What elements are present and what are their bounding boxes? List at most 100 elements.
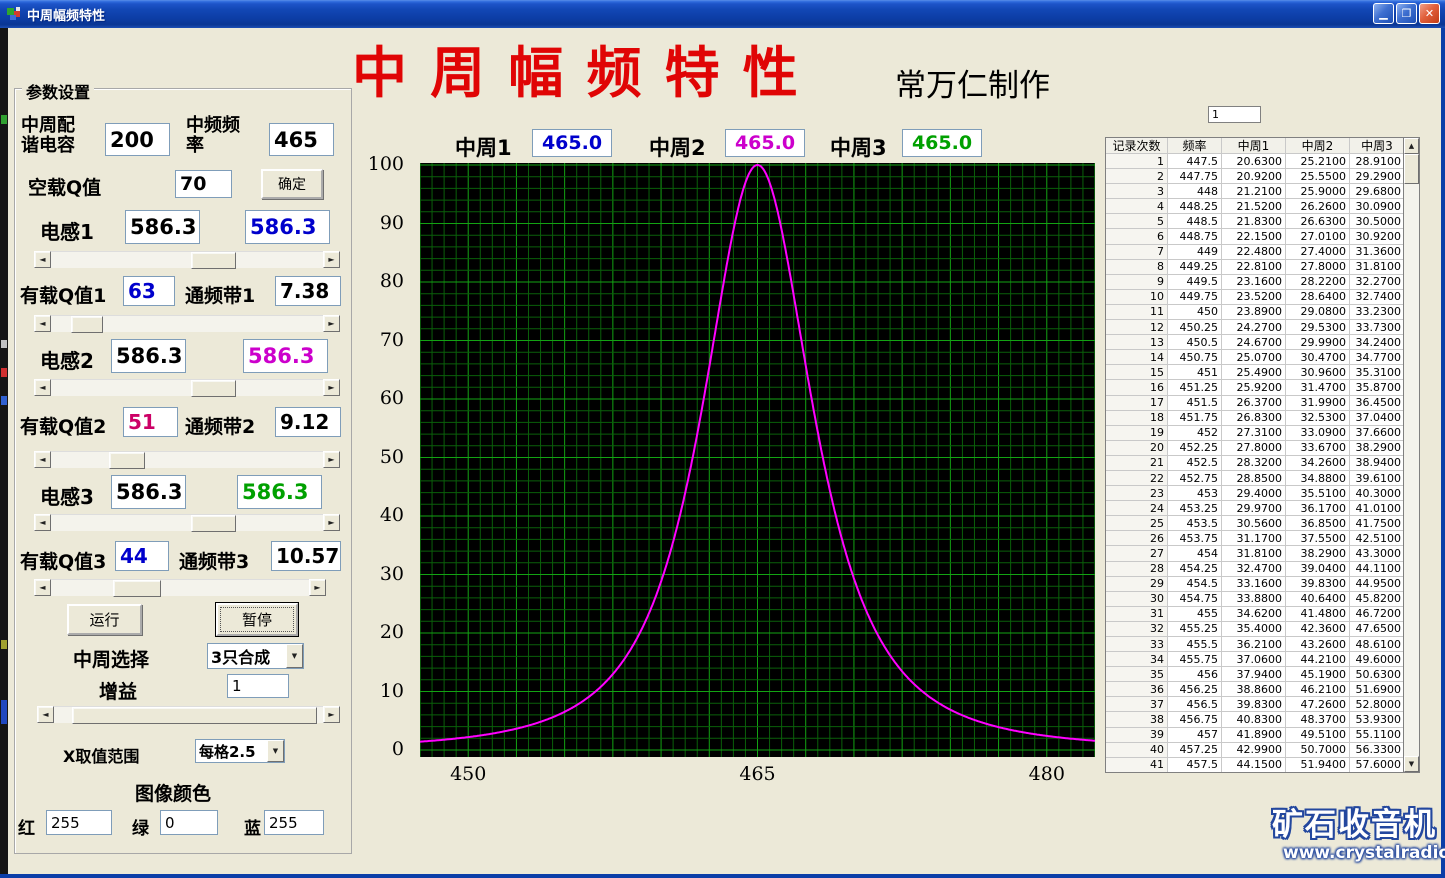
table-row[interactable]: 33455.536.210043.260048.6100 — [1106, 637, 1403, 652]
dropdown-arrow-icon[interactable]: ▼ — [286, 644, 303, 668]
table-row[interactable]: 32455.2535.400042.360047.6500 — [1106, 622, 1403, 637]
scroll-track[interactable] — [51, 251, 323, 268]
scroll-up-icon[interactable]: ▲ — [1404, 138, 1419, 154]
scroll-track[interactable] — [51, 315, 323, 332]
scroll-right-icon[interactable]: ► — [323, 251, 340, 268]
table-row[interactable]: 13450.524.670029.990034.2400 — [1106, 335, 1403, 350]
table-row[interactable]: 744922.480027.400031.3600 — [1106, 245, 1403, 260]
table-row[interactable]: 36456.2538.860046.210051.6900 — [1106, 682, 1403, 697]
tuning-cap-input[interactable]: 200 — [105, 123, 170, 156]
scroll-track[interactable] — [54, 706, 323, 723]
blue-input[interactable]: 255 — [264, 810, 324, 835]
table-row[interactable]: 34455.7537.060044.210049.6000 — [1106, 652, 1403, 667]
scroll-right-icon[interactable]: ► — [323, 379, 340, 396]
unloaded-q-input[interactable]: 70 — [175, 170, 232, 198]
scroll-track[interactable] — [51, 451, 323, 468]
scroll-thumb[interactable] — [109, 452, 145, 469]
table-row[interactable]: 1545125.490030.960035.3100 — [1106, 365, 1403, 380]
confirm-button[interactable]: 确定 — [261, 169, 323, 199]
dropdown-arrow-icon[interactable]: ▼ — [267, 740, 284, 762]
scroll-left-icon[interactable]: ◄ — [34, 315, 51, 332]
table-row[interactable]: 21452.528.320034.260038.9400 — [1106, 456, 1403, 471]
x-range-dropdown[interactable]: 每格2.5 ▼ — [195, 739, 285, 763]
loaded-q2-input[interactable]: 51 — [123, 407, 178, 437]
table-row[interactable]: 28454.2532.470039.040044.1100 — [1106, 562, 1403, 577]
inductance3-scrollbar[interactable]: ◄ ► — [34, 514, 340, 531]
table-row[interactable]: 1945227.310033.090037.6600 — [1106, 426, 1403, 441]
loaded-q2-scrollbar[interactable]: ◄ ► — [34, 451, 340, 468]
if-select-dropdown[interactable]: 3只合成 ▼ — [207, 643, 304, 669]
scroll-right-icon[interactable]: ► — [323, 451, 340, 468]
table-row[interactable]: 26453.7531.170037.550042.5100 — [1106, 531, 1403, 546]
scroll-track[interactable] — [51, 514, 323, 531]
table-row[interactable]: 41457.544.150051.940057.6000 — [1106, 758, 1403, 772]
table-row[interactable]: 40457.2542.990050.700056.3300 — [1106, 743, 1403, 758]
table-row[interactable]: 8449.2522.810027.800031.8100 — [1106, 260, 1403, 275]
table-row[interactable]: 1447.520.630025.210028.9100 — [1106, 154, 1403, 169]
red-input[interactable]: 255 — [46, 810, 112, 835]
table-row[interactable]: 38456.7540.830048.370053.9300 — [1106, 712, 1403, 727]
table-row[interactable]: 344821.210025.900029.6800 — [1106, 184, 1403, 199]
scroll-thumb[interactable] — [71, 316, 103, 333]
table-row[interactable]: 2447.7520.920025.550029.2900 — [1106, 169, 1403, 184]
run-button[interactable]: 运行 — [67, 604, 142, 635]
scroll-thumb[interactable] — [191, 515, 236, 532]
loaded-q1-scrollbar[interactable]: ◄ ► — [34, 315, 340, 332]
if-frequency-input[interactable]: 465 — [269, 123, 334, 156]
table-row[interactable]: 3945741.890049.510055.1100 — [1106, 728, 1403, 743]
scroll-right-icon[interactable]: ► — [323, 706, 340, 723]
scroll-left-icon[interactable]: ◄ — [34, 451, 51, 468]
close-button[interactable]: ✕ — [1419, 3, 1440, 24]
table-row[interactable]: 16451.2525.920031.470035.8700 — [1106, 380, 1403, 395]
title-bar[interactable]: 中周幅频特性 ▁ ❐ ✕ — [0, 0, 1445, 28]
inductance3-input[interactable]: 586.3 — [111, 475, 186, 509]
scroll-track[interactable] — [51, 579, 309, 596]
gain-scrollbar[interactable]: ◄ ► — [37, 706, 340, 723]
scroll-right-icon[interactable]: ► — [309, 579, 326, 596]
scroll-thumb[interactable] — [191, 380, 236, 397]
table-row[interactable]: 17451.526.370031.990036.4500 — [1106, 396, 1403, 411]
table-row[interactable]: 24453.2529.970036.170041.0100 — [1106, 501, 1403, 516]
minimize-button[interactable]: ▁ — [1373, 3, 1394, 24]
green-input[interactable]: 0 — [160, 810, 218, 835]
scroll-left-icon[interactable]: ◄ — [37, 706, 54, 723]
table-row[interactable]: 3145534.620041.480046.7200 — [1106, 607, 1403, 622]
scroll-right-icon[interactable]: ► — [323, 514, 340, 531]
scroll-thumb[interactable] — [1404, 154, 1419, 184]
scroll-left-icon[interactable]: ◄ — [34, 251, 51, 268]
table-row[interactable]: 3545637.940045.190050.6300 — [1106, 667, 1403, 682]
table-row[interactable]: 9449.523.160028.220032.2700 — [1106, 275, 1403, 290]
scroll-left-icon[interactable]: ◄ — [34, 514, 51, 531]
table-row[interactable]: 1145023.890029.080033.2300 — [1106, 305, 1403, 320]
table-row[interactable]: 10449.7523.520028.640032.7400 — [1106, 290, 1403, 305]
table-row[interactable]: 22452.7528.850034.880039.6100 — [1106, 471, 1403, 486]
loaded-q3-scrollbar[interactable]: ◄ ► — [34, 579, 326, 596]
record-counter-input[interactable]: 1 — [1208, 106, 1261, 123]
scroll-track[interactable] — [51, 379, 323, 396]
table-row[interactable]: 6448.7522.150027.010030.9200 — [1106, 229, 1403, 244]
table-row[interactable]: 29454.533.160039.830044.9500 — [1106, 577, 1403, 592]
scroll-thumb[interactable] — [113, 580, 161, 597]
scroll-track[interactable] — [1404, 154, 1419, 756]
maximize-button[interactable]: ❐ — [1396, 3, 1417, 24]
inductance1-scrollbar[interactable]: ◄ ► — [34, 251, 340, 268]
loaded-q1-input[interactable]: 63 — [123, 276, 175, 306]
inductance1-input[interactable]: 586.3 — [125, 210, 200, 244]
table-row[interactable]: 25453.530.560036.850041.7500 — [1106, 516, 1403, 531]
pause-button[interactable]: 暂停 — [216, 603, 298, 636]
table-row[interactable]: 2345329.400035.510040.3000 — [1106, 486, 1403, 501]
inductance2-input[interactable]: 586.3 — [111, 339, 186, 373]
table-row[interactable]: 2745431.810038.290043.3000 — [1106, 546, 1403, 561]
scroll-thumb[interactable] — [191, 252, 236, 269]
table-vertical-scrollbar[interactable]: ▲ ▼ — [1403, 138, 1419, 772]
loaded-q3-input[interactable]: 44 — [115, 541, 169, 571]
scroll-left-icon[interactable]: ◄ — [34, 379, 51, 396]
scroll-thumb[interactable] — [72, 707, 317, 724]
scroll-down-icon[interactable]: ▼ — [1404, 756, 1419, 772]
table-row[interactable]: 14450.7525.070030.470034.7700 — [1106, 350, 1403, 365]
table-row[interactable]: 5448.521.830026.630030.5000 — [1106, 214, 1403, 229]
scroll-right-icon[interactable]: ► — [323, 315, 340, 332]
table-row[interactable]: 4448.2521.520026.260030.0900 — [1106, 199, 1403, 214]
table-row[interactable]: 37456.539.830047.260052.8000 — [1106, 697, 1403, 712]
gain-input[interactable]: 1 — [227, 674, 289, 698]
